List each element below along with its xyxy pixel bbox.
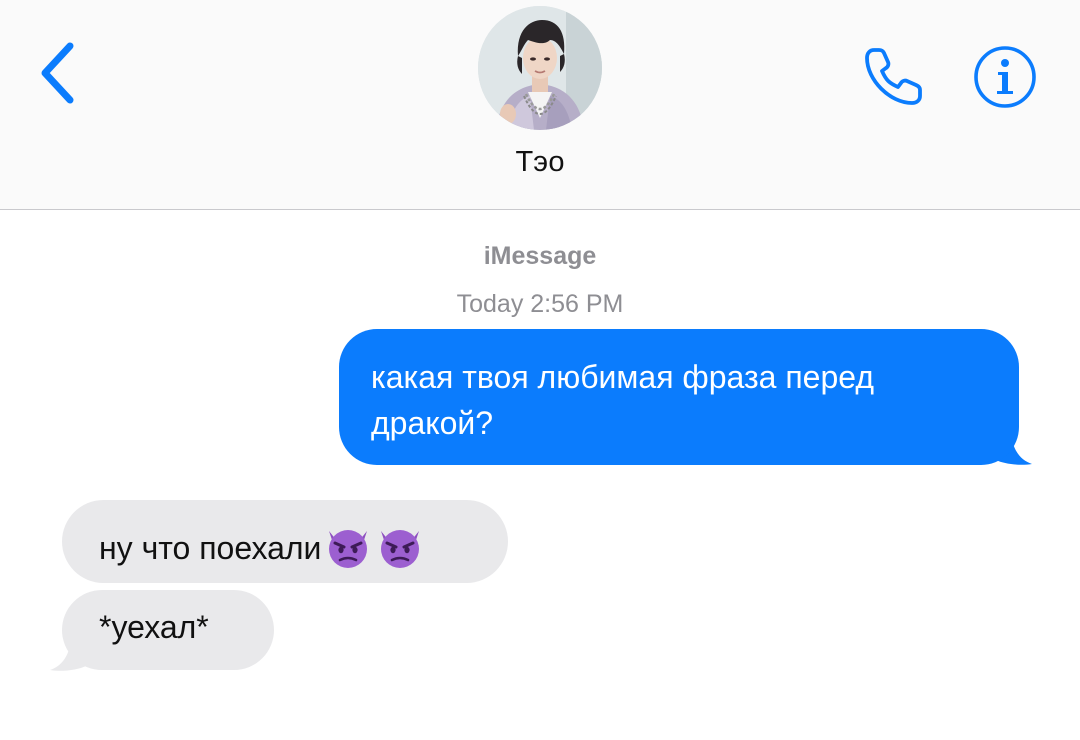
phone-icon: [865, 48, 922, 105]
call-button[interactable]: [862, 44, 928, 108]
info-icon: [974, 46, 1036, 108]
outgoing-message-bubble[interactable]: какая твоя любимая фраза перед дракой?: [339, 329, 1019, 465]
incoming-message-bubble[interactable]: ну что поехали: [62, 500, 508, 583]
incoming-message-text: *уехал*: [99, 609, 209, 645]
contact-name[interactable]: Тэо: [340, 146, 740, 179]
conversation-header: Тэо: [0, 0, 1080, 210]
incoming-message-bubble[interactable]: *уехал*: [62, 590, 274, 670]
back-button[interactable]: [30, 38, 90, 108]
smiling-devil-emoji: [329, 530, 368, 568]
chevron-left-icon: [41, 42, 74, 104]
incoming-message-text: ну что поехали: [99, 530, 322, 566]
outgoing-message-text: какая твоя любимая фраза перед дракой?: [371, 359, 875, 441]
smiling-devil-emoji: [381, 530, 420, 568]
message-timestamp: Today 2:56 PM: [456, 290, 624, 318]
service-label: iMessage: [483, 242, 597, 270]
imessage-conversation: Тэо iMessage Today 2:56 PM какая твоя лю…: [0, 0, 1080, 740]
info-button[interactable]: [972, 44, 1038, 110]
contact-avatar[interactable]: [478, 6, 602, 130]
avatar-photo: [478, 6, 602, 130]
